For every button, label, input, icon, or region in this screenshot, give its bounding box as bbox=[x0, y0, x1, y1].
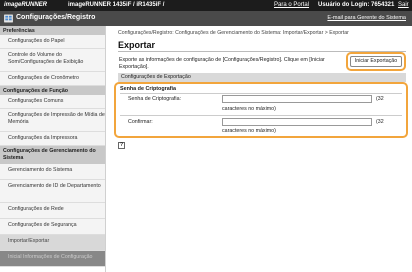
login-user: Usuário do Login: 7654321 bbox=[318, 2, 394, 8]
breadcrumb: Configurações/Registro: Configurações de… bbox=[118, 30, 349, 36]
confirm-input[interactable] bbox=[222, 118, 372, 126]
row-divider bbox=[120, 115, 402, 116]
portal-link[interactable]: Para o Portal bbox=[274, 2, 309, 8]
password-input[interactable] bbox=[222, 95, 372, 103]
sidebar-head-preferences: Preferências bbox=[0, 26, 105, 35]
sidebar-item-system-mgmt[interactable]: Gerenciamento do Sistema bbox=[0, 164, 105, 180]
sidebar-item-volume-display[interactable]: Controle do Volume do Som/Configurações … bbox=[0, 49, 105, 72]
row-divider bbox=[120, 93, 402, 94]
sidebar-item-common[interactable]: Configurações Comuns bbox=[0, 95, 105, 109]
sidebar-item-network[interactable]: Configurações de Rede bbox=[0, 203, 105, 219]
login-user-id: 7654321 bbox=[371, 2, 395, 8]
start-export-button[interactable]: Iniciar Exportação bbox=[350, 56, 402, 67]
export-settings-header: Configurações de Exportação bbox=[118, 73, 406, 82]
confirm-hint-b: caracteres no máximo) bbox=[222, 128, 276, 134]
sidebar-item-paper[interactable]: Configurações do Papel bbox=[0, 35, 105, 49]
sidebar-head-system: Configurações de Gerenciamento do Sistem… bbox=[0, 146, 105, 164]
login-user-label: Usuário do Login: bbox=[318, 2, 370, 8]
encryption-password-title: Senha de Criptografia bbox=[120, 86, 177, 92]
main-content: Configurações/Registro: Configurações de… bbox=[114, 26, 408, 272]
sidebar-item-security[interactable]: Configurações de Segurança bbox=[0, 219, 105, 235]
password-label: Senha de Criptografia: bbox=[128, 96, 182, 102]
confirm-hint-a: (32 bbox=[376, 119, 384, 125]
sidebar-head-function: Configurações de Função bbox=[0, 86, 105, 95]
sidebar-item-dept-id[interactable]: Gerenciamento de ID de Departamento bbox=[0, 180, 105, 203]
email-admin-link[interactable]: E-mail para Gerente do Sistema bbox=[327, 15, 406, 21]
sidebar-item-memory-media[interactable]: Configurações de Impressão de Mídia de M… bbox=[0, 109, 105, 132]
sidebar-item-import-export[interactable]: Importar/Exportar bbox=[0, 235, 105, 251]
settings-title: Configurações/Registro bbox=[16, 14, 96, 21]
password-hint-a: (32 bbox=[376, 96, 384, 102]
top-bar: imageRUNNER imageRUNNER 1435iF / iR1435i… bbox=[0, 0, 412, 11]
page-title: Exportar bbox=[118, 40, 156, 50]
brand-logo: imageRUNNER bbox=[4, 2, 48, 8]
help-icon[interactable]: ? bbox=[118, 142, 125, 149]
device-model: imageRUNNER 1435iF / iR1435iF / bbox=[68, 2, 165, 8]
confirm-label: Confirmar: bbox=[128, 119, 153, 125]
sidebar: Preferências Configurações do Papel Cont… bbox=[0, 26, 106, 272]
password-hint-b: caracteres no máximo) bbox=[222, 106, 276, 112]
export-description: Exporte as informações de configuração d… bbox=[119, 57, 325, 70]
settings-header: Configurações/Registro E-mail para Geren… bbox=[0, 11, 412, 26]
sidebar-item-timer[interactable]: Configurações de Cronômetro bbox=[0, 72, 105, 86]
settings-icon bbox=[4, 14, 13, 23]
sidebar-item-printer[interactable]: Configurações da Impressora bbox=[0, 132, 105, 146]
sidebar-item-initialize[interactable]: Inicial Informações de Configuração bbox=[0, 251, 105, 267]
logout-link[interactable]: Sair bbox=[398, 2, 409, 8]
